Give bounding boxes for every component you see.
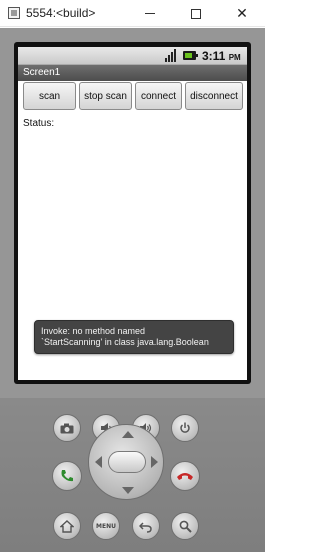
button-row: scan stop scan connect disconnect bbox=[18, 82, 247, 110]
maximize-icon bbox=[191, 8, 201, 19]
signal-icon bbox=[165, 49, 179, 62]
call-key[interactable] bbox=[52, 461, 82, 491]
toast-message: Invoke: no method named `StartScanning' … bbox=[34, 320, 234, 354]
home-key[interactable] bbox=[53, 512, 81, 540]
dpad-right-icon[interactable] bbox=[151, 456, 158, 468]
stop-scan-button[interactable]: stop scan bbox=[79, 82, 132, 110]
maximize-button[interactable] bbox=[173, 0, 219, 27]
search-key[interactable] bbox=[171, 512, 199, 540]
scan-button[interactable]: scan bbox=[23, 82, 76, 110]
disconnect-button[interactable]: disconnect bbox=[185, 82, 243, 110]
minimize-button[interactable] bbox=[127, 0, 173, 27]
app-window-icon bbox=[8, 7, 20, 19]
minimize-icon bbox=[145, 13, 155, 14]
window-title: 5554:<build> bbox=[26, 6, 96, 20]
end-call-icon bbox=[177, 473, 193, 480]
power-key[interactable] bbox=[171, 414, 199, 442]
back-icon bbox=[139, 521, 152, 533]
power-icon bbox=[180, 422, 190, 433]
camera-icon bbox=[60, 423, 74, 433]
dpad-center-button[interactable] bbox=[108, 451, 146, 473]
close-icon: ✕ bbox=[236, 5, 248, 22]
dpad-up-icon[interactable] bbox=[122, 431, 134, 438]
close-button[interactable]: ✕ bbox=[219, 0, 265, 27]
clock-ampm: PM bbox=[228, 53, 241, 62]
toast-line-1: Invoke: no method named bbox=[41, 326, 146, 336]
connect-button[interactable]: connect bbox=[135, 82, 182, 110]
dpad-down-icon[interactable] bbox=[122, 487, 134, 494]
status-clock: 3:11 PM bbox=[202, 49, 241, 63]
toast-line-2: `StartScanning' in class java.lang.Boole… bbox=[41, 337, 209, 347]
call-icon bbox=[61, 470, 73, 482]
end-call-key[interactable] bbox=[170, 461, 200, 491]
dpad[interactable] bbox=[88, 424, 164, 500]
home-icon bbox=[60, 519, 74, 533]
status-label: Status: bbox=[23, 118, 55, 129]
android-status-bar: 3:11 PM bbox=[18, 47, 247, 65]
phone-screen[interactable]: 3:11 PM Screen1 scan stop scan connect d… bbox=[18, 47, 247, 380]
window-titlebar: 5554:<build> ✕ bbox=[0, 0, 265, 27]
battery-icon bbox=[183, 51, 198, 60]
menu-key[interactable]: MENU bbox=[92, 512, 120, 540]
back-key[interactable] bbox=[132, 512, 160, 540]
search-icon bbox=[179, 520, 192, 533]
clock-time: 3:11 bbox=[202, 49, 226, 63]
menu-key-label: MENU bbox=[96, 522, 116, 530]
dpad-left-icon[interactable] bbox=[95, 456, 102, 468]
app-title-bar: Screen1 bbox=[18, 65, 247, 81]
camera-key[interactable] bbox=[53, 414, 81, 442]
